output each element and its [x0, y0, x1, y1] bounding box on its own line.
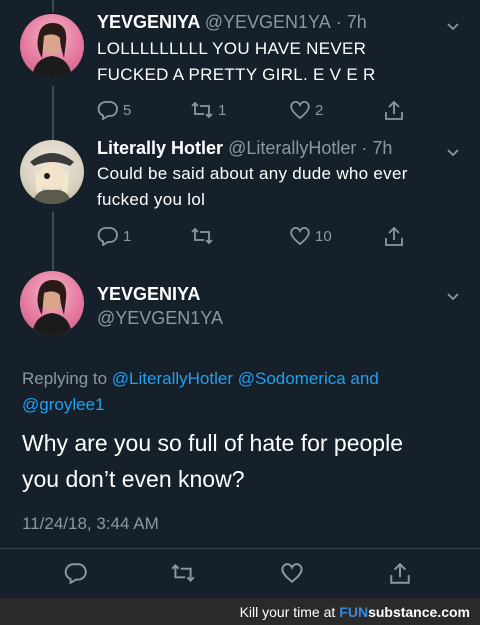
tweet2-share-button[interactable]	[383, 226, 405, 248]
main-tweet-text: Why are you so full of hate for people y…	[22, 430, 403, 492]
heart-icon	[281, 563, 303, 583]
share-icon	[385, 226, 403, 246]
tweet1-name: YEVGENIYA	[97, 12, 200, 32]
share-icon	[390, 562, 410, 584]
retweet-icon	[171, 564, 195, 582]
thread-line-1	[52, 86, 54, 140]
reply-icon	[97, 101, 118, 120]
thread-line-2	[52, 212, 54, 270]
heart-icon	[290, 226, 310, 246]
tweet2-chevron-down-icon[interactable]	[446, 146, 460, 160]
retweet-icon	[191, 101, 213, 119]
main-tweet-handle[interactable]: @YEVGEN1YA	[97, 308, 223, 329]
tweet1-handle: @YEVGEN1YA	[204, 12, 331, 32]
divider	[0, 548, 480, 549]
tweet2-reply-button[interactable]: 1	[97, 226, 131, 246]
tweet1-text: LOLLLLLLLLL YOU HAVE NEVER FUCKED A PRET…	[97, 39, 376, 84]
tweet1-author[interactable]: YEVGENIYA @YEVGEN1YA · 7h	[97, 12, 367, 33]
main-tweet-timestamp: 11/24/18, 3:44 AM	[22, 514, 159, 533]
tweet2-like-button[interactable]: 10	[289, 226, 332, 246]
replying-to: Replying to @LiterallyHotler @Sodomerica…	[22, 369, 379, 414]
watermark-footer: Kill your time at FUNsubstance.com	[0, 598, 480, 625]
reply-link-sodomerica[interactable]: @Sodomerica	[238, 369, 346, 388]
reply-icon	[64, 563, 87, 584]
watermark-brand: FUNsubstance.com	[339, 603, 470, 620]
reply-link-groylee1[interactable]: @groylee1	[22, 395, 104, 414]
tweet2-name: Literally Hotler	[97, 138, 224, 158]
main-tweet-name[interactable]: YEVGENIYA	[97, 284, 200, 305]
tweet1-like-button[interactable]: 2	[289, 100, 323, 120]
tweet2-text: Could be said about any dude who ever fu…	[97, 164, 408, 209]
tweet1-actions: 5 1 2	[97, 100, 417, 122]
main-reply-button[interactable]	[64, 562, 88, 584]
tweet2-author[interactable]: Literally Hotler @LiterallyHotler · 7h	[97, 138, 392, 159]
main-like-button[interactable]	[280, 562, 304, 584]
avatar-portrait-icon	[32, 22, 72, 78]
tweet1-reply-button[interactable]: 5	[97, 100, 131, 120]
avatar-yevgeniya-main[interactable]	[20, 271, 84, 335]
avatar-portrait-icon	[32, 279, 72, 335]
tweet2-handle: @LiterallyHotler	[228, 138, 357, 158]
retweet-icon	[191, 227, 213, 245]
reply-link-literallyhotler[interactable]: @LiterallyHotler	[112, 369, 233, 388]
avatar-anime-icon	[30, 153, 74, 204]
tweet2-time: 7h	[372, 138, 393, 158]
tweet1-retweet-button[interactable]: 1	[190, 100, 226, 120]
thread-line-top	[52, 0, 54, 12]
tweet1-chevron-down-icon[interactable]	[446, 20, 460, 34]
main-retweet-button[interactable]	[170, 562, 196, 584]
heart-icon	[290, 100, 310, 120]
tweet1-share-button[interactable]	[383, 100, 405, 122]
avatar-literally-hotler[interactable]	[20, 140, 84, 204]
tweet2-actions: 1 10	[97, 226, 417, 248]
avatar-yevgeniya[interactable]	[20, 14, 84, 78]
share-icon	[385, 100, 403, 120]
main-share-button[interactable]	[388, 562, 412, 586]
tweet1-time: 7h	[346, 12, 367, 32]
tweet2-retweet-button[interactable]	[190, 226, 214, 246]
main-tweet-actions	[0, 562, 480, 584]
main-tweet-chevron-down-icon[interactable]	[446, 290, 460, 304]
reply-icon	[97, 227, 118, 246]
